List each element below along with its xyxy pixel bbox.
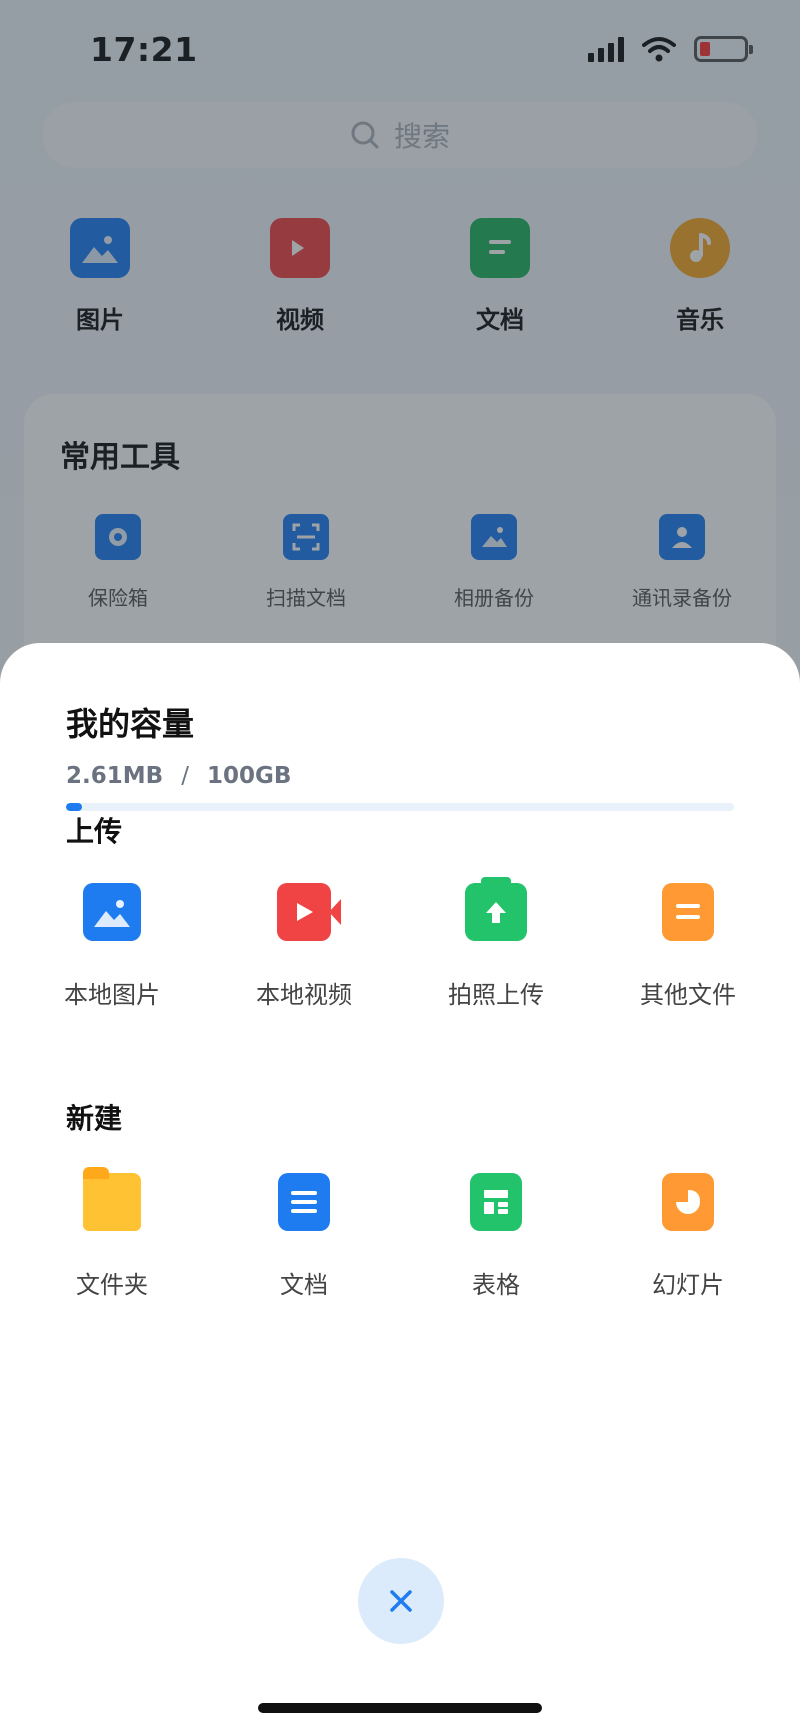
upload-row: 本地图片 本地视频 拍照上传 其他文件 [16,877,784,1010]
image-icon [83,883,141,941]
camera-upload-icon [465,877,527,941]
upload-item-label: 拍照上传 [448,981,544,1009]
create-slides[interactable]: 幻灯片 [592,1173,784,1300]
create-item-label: 幻灯片 [652,1271,724,1299]
upload-other-file[interactable]: 其他文件 [592,883,784,1010]
create-item-label: 文件夹 [76,1271,148,1299]
capacity-text: 2.61MB / 100GB [66,763,291,789]
create-document[interactable]: 文档 [208,1173,400,1300]
upload-camera[interactable]: 拍照上传 [400,877,592,1010]
upload-sheet: 我的容量 2.61MB / 100GB 上传 本地图片 本地视频 拍照上传 其他… [0,643,800,1731]
create-section-title: 新建 [66,1102,123,1135]
capacity-separator: / [181,763,189,789]
slides-icon [662,1173,714,1231]
close-icon [390,1590,412,1612]
create-item-label: 表格 [472,1271,520,1299]
folder-icon [83,1167,141,1231]
upload-local-video[interactable]: 本地视频 [208,883,400,1010]
capacity-total: 100GB [206,763,292,789]
close-button[interactable] [358,1558,444,1644]
upload-local-image[interactable]: 本地图片 [16,883,208,1010]
capacity-used: 2.61MB [66,763,164,789]
spreadsheet-icon [470,1173,522,1231]
file-icon [662,883,714,941]
document-icon [278,1173,330,1231]
home-indicator [258,1703,542,1713]
video-icon [277,883,341,941]
upload-section-title: 上传 [66,815,123,848]
upload-item-label: 本地视频 [256,981,352,1009]
create-spreadsheet[interactable]: 表格 [400,1173,592,1300]
capacity-bar [66,803,734,811]
upload-item-label: 本地图片 [64,981,160,1009]
capacity-title: 我的容量 [66,705,195,743]
create-item-label: 文档 [280,1271,328,1299]
create-row: 文件夹 文档 表格 幻灯片 [16,1167,784,1300]
create-folder[interactable]: 文件夹 [16,1167,208,1300]
upload-item-label: 其他文件 [640,981,736,1009]
